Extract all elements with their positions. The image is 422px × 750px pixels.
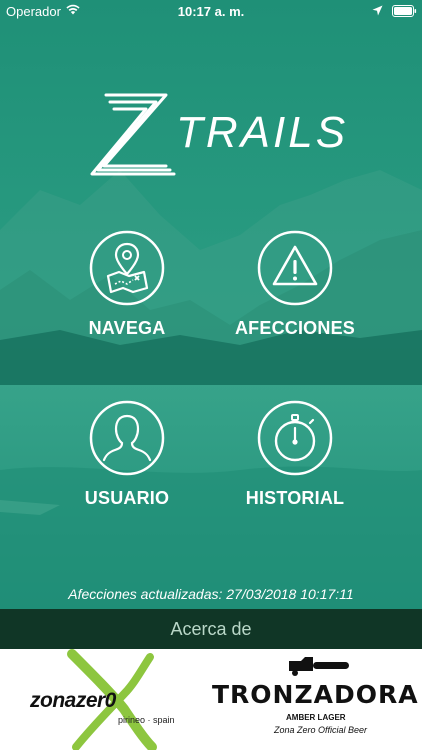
zona-tagline: pirineo · spain (118, 715, 175, 725)
status-time: 10:17 a. m. (177, 4, 245, 19)
tronzadora-subtitle: AMBER LAGER (286, 713, 346, 722)
app-screen: Operador 10:17 a. m. TRAILS NAVEGA AFECC… (0, 0, 422, 750)
ztrails-logo: TRAILS (86, 90, 346, 182)
user-icon (89, 400, 165, 476)
status-bar: Operador 10:17 a. m. (0, 0, 422, 22)
tronzadora-tagline: Zona Zero Official Beer (274, 725, 368, 735)
navega-button[interactable]: NAVEGA (42, 230, 212, 360)
afecciones-button[interactable]: AFECCIONES (210, 230, 380, 360)
map-pin-icon (89, 230, 165, 306)
z-logo-mark (90, 93, 176, 176)
warning-icon (257, 230, 333, 306)
historial-button[interactable]: HISTORIAL (210, 400, 380, 530)
afecciones-label: AFECCIONES (234, 318, 355, 338)
zona-name: zonazer0 (30, 689, 116, 712)
usuario-button[interactable]: USUARIO (42, 400, 212, 530)
sponsors-bar: zonazer0 pirineo · spain TRONZADORA AMBE… (0, 649, 422, 750)
logo-text: TRAILS (176, 108, 349, 157)
usuario-label: USUARIO (84, 488, 170, 508)
historial-label: HISTORIAL (245, 488, 345, 508)
acerca-de-button[interactable]: Acerca de (0, 609, 422, 649)
battery-icon (392, 5, 417, 17)
chainsaw-icon (289, 657, 349, 676)
location-arrow-icon (372, 5, 383, 16)
afecciones-updated-text: Afecciones actualizadas: 27/03/2018 10:1… (68, 586, 354, 602)
tronzadora-name: TRONZADORA (212, 680, 419, 709)
stopwatch-icon (257, 400, 333, 476)
zonazero-sponsor-logo[interactable]: zonazer0 pirineo · spain (0, 649, 205, 750)
navega-label: NAVEGA (88, 318, 166, 338)
